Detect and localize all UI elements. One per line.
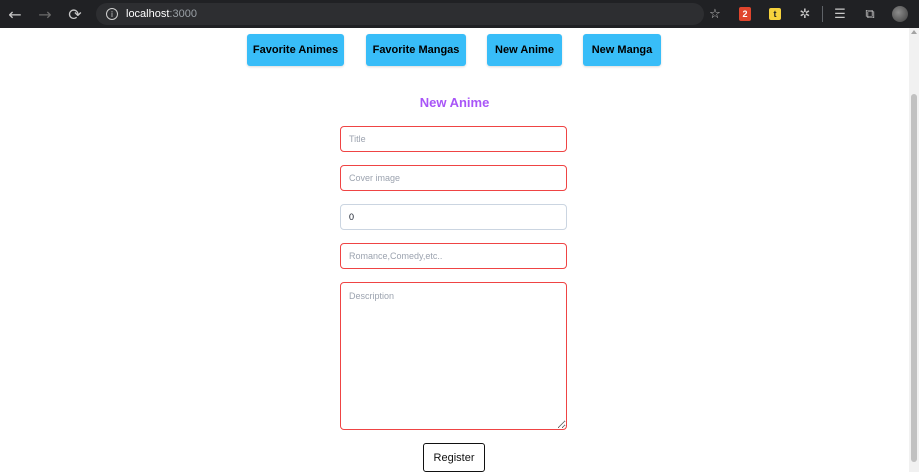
- toolbar-divider: [822, 6, 823, 22]
- genres-input[interactable]: [340, 243, 567, 269]
- url-host: localhost: [126, 8, 170, 20]
- reload-icon[interactable]: ⟳: [60, 0, 90, 28]
- app-nav: Favorite Animes Favorite Mangas New Anim…: [0, 34, 909, 66]
- scroll-thumb[interactable]: [911, 94, 917, 462]
- address-bar[interactable]: i localhost:3000: [96, 3, 704, 25]
- profile-avatar[interactable]: [885, 0, 915, 28]
- forward-icon[interactable]: →: [30, 0, 60, 28]
- page-scrollbar[interactable]: [909, 28, 919, 472]
- extensions-area: ☆ 2 t ✲ ☰ ⧉ ···: [700, 0, 919, 28]
- register-button[interactable]: Register: [423, 443, 485, 472]
- url-port: :3000: [169, 8, 197, 20]
- form-title: New Anime: [419, 95, 490, 110]
- description-textarea[interactable]: [340, 282, 567, 430]
- back-icon[interactable]: ←: [0, 0, 30, 28]
- title-input[interactable]: [340, 126, 567, 152]
- extensions-puzzle-icon[interactable]: ✲: [790, 0, 820, 28]
- cover-image-input[interactable]: [340, 165, 567, 191]
- favorite-mangas-button[interactable]: Favorite Mangas: [366, 34, 466, 66]
- favorites-icon[interactable]: ☰: [825, 0, 855, 28]
- new-anime-button[interactable]: New Anime: [487, 34, 562, 66]
- reader-mode-icon[interactable]: ☆: [700, 0, 730, 28]
- favorite-animes-button[interactable]: Favorite Animes: [247, 34, 344, 66]
- site-info-icon[interactable]: i: [106, 8, 118, 20]
- scroll-up-arrow-icon[interactable]: [911, 30, 917, 34]
- extension-yellow-icon[interactable]: t: [760, 0, 790, 28]
- new-manga-button[interactable]: New Manga: [583, 34, 661, 66]
- browser-toolbar: ← → ⟳ i localhost:3000 ☆ 2 t ✲ ☰ ⧉ ···: [0, 0, 919, 28]
- collections-icon[interactable]: ⧉: [855, 0, 885, 28]
- more-menu-icon[interactable]: ···: [915, 0, 919, 28]
- episodes-input[interactable]: [340, 204, 567, 230]
- extension-red-icon[interactable]: 2: [730, 0, 760, 28]
